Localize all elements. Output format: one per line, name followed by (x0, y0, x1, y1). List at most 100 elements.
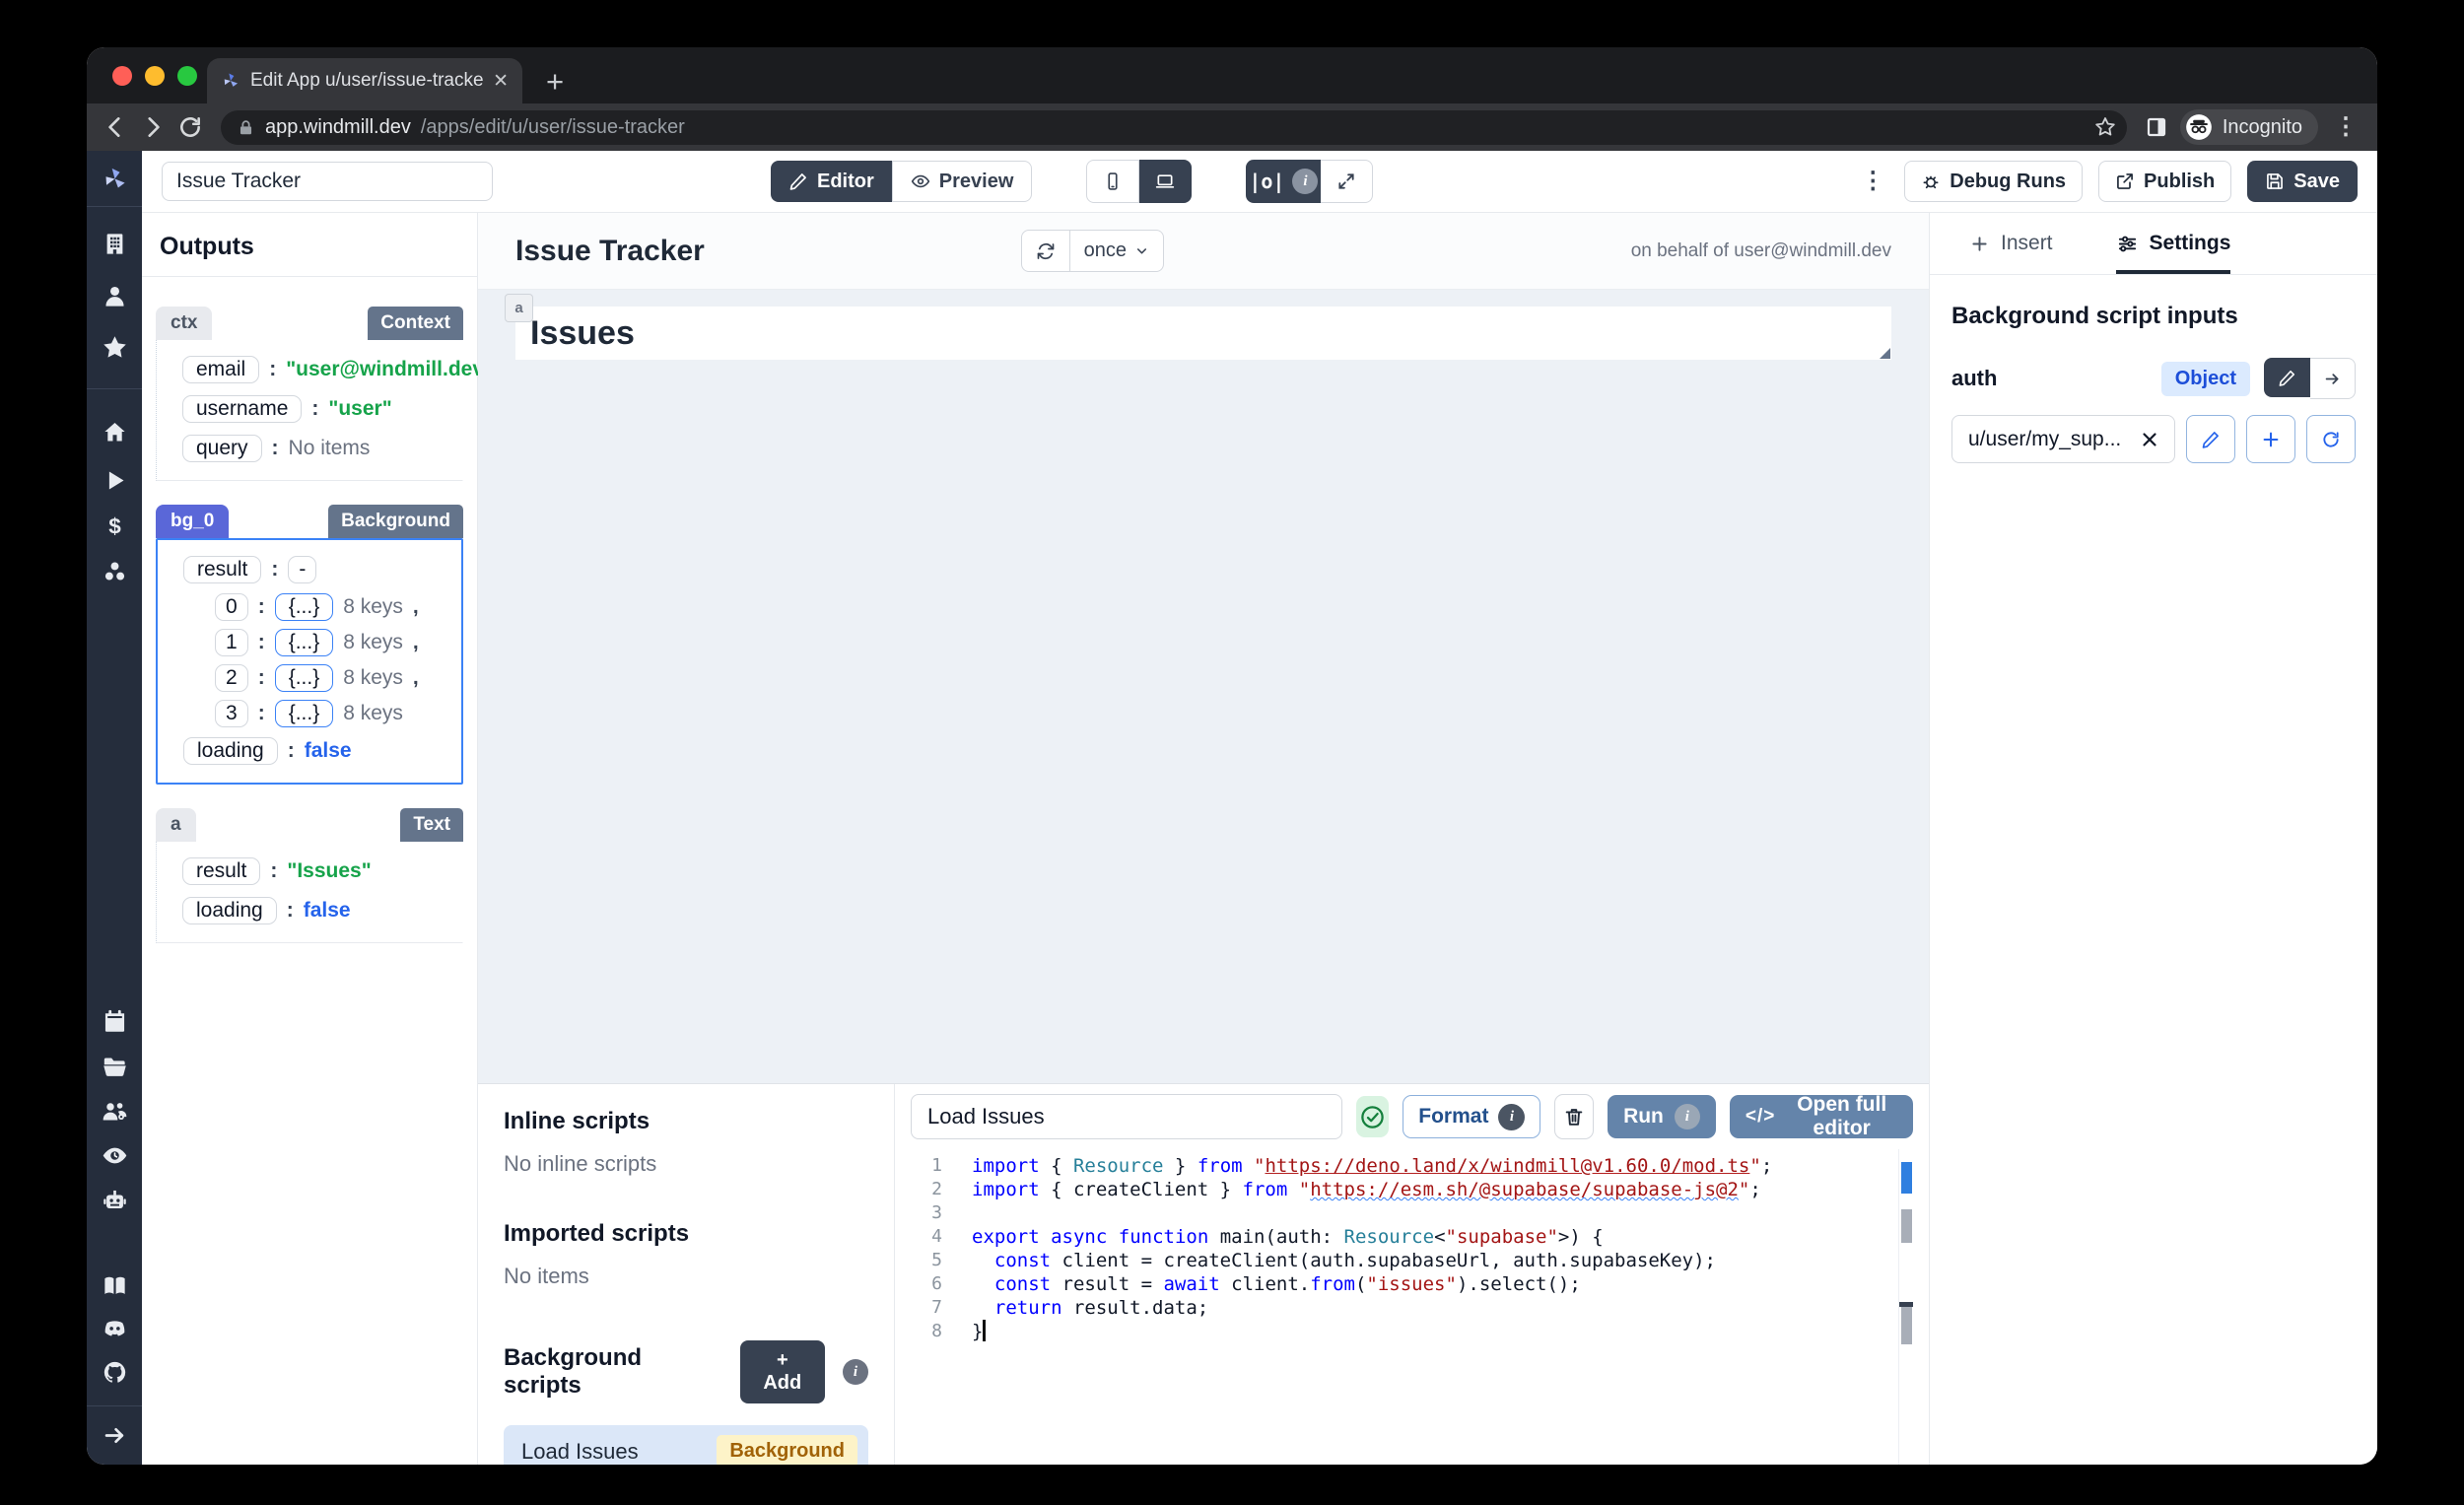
runs-icon[interactable] (102, 467, 128, 494)
browser-menu-icon[interactable]: ⋮ (2330, 115, 2361, 139)
output-key-pill[interactable]: 0 (215, 593, 248, 621)
refresh-button[interactable] (1021, 230, 1070, 272)
delete-script-button[interactable] (1554, 1094, 1594, 1139)
close-window-button[interactable] (112, 66, 132, 86)
output-row[interactable]: 0:{...}8 keys, (158, 589, 457, 625)
static-input-mode-button[interactable] (2264, 358, 2310, 397)
output-key-pill[interactable]: 3 (215, 700, 248, 727)
github-icon[interactable] (102, 1359, 128, 1386)
refresh-resource-button[interactable] (2306, 415, 2356, 463)
favorites-icon[interactable] (102, 334, 128, 361)
output-key-pill[interactable]: 2 (215, 664, 248, 692)
bookmark-star-icon[interactable] (2093, 115, 2117, 139)
output-row[interactable]: loading:false (158, 731, 457, 771)
output-value-pill[interactable]: - (288, 556, 316, 583)
output-row[interactable]: query:No items (157, 429, 458, 468)
editor-mode-button[interactable]: Editor (771, 161, 892, 202)
windmill-logo[interactable] (102, 166, 128, 192)
groups-icon[interactable] (102, 1098, 128, 1125)
resource-input[interactable]: u/user/my_sup... (1951, 415, 2175, 463)
output-key-pill[interactable]: result (182, 857, 260, 885)
resize-handle[interactable] (1880, 348, 1890, 359)
debug-runs-button[interactable]: Debug Runs (1904, 161, 2083, 202)
output-row[interactable]: 1:{...}8 keys, (158, 625, 457, 660)
open-full-editor-button[interactable]: </> Open full editor (1730, 1095, 1913, 1138)
desktop-view-button[interactable] (1139, 160, 1192, 203)
text-component[interactable]: a Issues (515, 307, 1891, 360)
output-object-pill[interactable]: {...} (275, 629, 334, 656)
output-block-id[interactable]: a (156, 808, 196, 842)
home-icon[interactable] (102, 419, 128, 445)
zoom-window-button[interactable] (177, 66, 197, 86)
code-line[interactable]: 4export async function main(auth: Resour… (903, 1225, 1899, 1249)
mobile-view-button[interactable] (1086, 160, 1139, 203)
clear-icon[interactable] (2139, 429, 2160, 450)
close-tab-icon[interactable]: ✕ (493, 70, 509, 93)
edit-resource-button[interactable] (2186, 415, 2235, 463)
add-resource-button[interactable] (2246, 415, 2295, 463)
reload-icon[interactable] (177, 114, 203, 140)
minimize-window-button[interactable] (145, 66, 165, 86)
app-canvas[interactable]: a Issues (478, 290, 1929, 1083)
folders-icon[interactable] (102, 1054, 128, 1080)
side-panel-icon[interactable] (2145, 115, 2168, 139)
output-key-pill[interactable]: username (182, 395, 302, 423)
output-object-pill[interactable]: {...} (275, 593, 334, 621)
resources-icon[interactable] (102, 558, 128, 584)
forward-icon[interactable] (140, 114, 166, 140)
workspace-icon[interactable] (102, 231, 128, 257)
user-icon[interactable] (102, 283, 128, 309)
new-tab-button[interactable]: + (546, 66, 564, 97)
code-line[interactable]: 6 const result = await client.from("issu… (903, 1272, 1899, 1296)
collapse-sidebar-icon[interactable] (102, 1422, 128, 1449)
audit-logs-icon[interactable] (102, 1142, 128, 1169)
back-icon[interactable] (103, 114, 128, 140)
fullscreen-button[interactable] (1321, 160, 1373, 203)
connect-input-mode-button[interactable] (2310, 358, 2356, 399)
code-editor[interactable]: 1import { Resource } from "https://deno.… (895, 1149, 1929, 1465)
workers-icon[interactable] (102, 1187, 128, 1213)
preview-mode-button[interactable]: Preview (892, 161, 1033, 202)
output-key-pill[interactable]: loading (182, 897, 277, 924)
component-handle[interactable]: a (505, 294, 533, 322)
format-button[interactable]: Format i (1403, 1095, 1540, 1138)
output-key-pill[interactable]: email (182, 356, 259, 383)
code-line[interactable]: 5 const client = createClient(auth.supab… (903, 1249, 1899, 1272)
output-key-pill[interactable]: loading (183, 737, 278, 765)
output-key-pill[interactable]: 1 (215, 629, 248, 656)
docs-icon[interactable] (102, 1272, 128, 1299)
output-object-pill[interactable]: {...} (275, 664, 334, 692)
app-name-input[interactable] (162, 162, 493, 201)
run-button[interactable]: Run i (1608, 1095, 1716, 1138)
app-overflow-menu-icon[interactable]: ⋮ (1857, 170, 1888, 193)
browser-tab[interactable]: Edit App u/user/issue-tracker | ✕ (207, 58, 522, 103)
output-row[interactable]: result:- (158, 550, 457, 589)
code-line[interactable]: 7 return result.data; (903, 1296, 1899, 1320)
output-row[interactable]: email:"user@windmill.dev" (157, 350, 458, 389)
hide-schema-panel-button[interactable]: |o| i (1246, 160, 1321, 203)
output-key-pill[interactable]: result (183, 556, 261, 583)
code-line[interactable]: 8} (903, 1320, 1899, 1343)
refresh-mode-dropdown[interactable]: once (1070, 230, 1164, 272)
output-block-id[interactable]: ctx (156, 307, 212, 340)
variables-icon[interactable]: $ (102, 513, 128, 540)
output-row[interactable]: 2:{...}8 keys, (158, 660, 457, 696)
tab-insert[interactable]: Insert (1969, 213, 2053, 274)
script-list-item[interactable]: Load Issues Background (504, 1425, 868, 1465)
tab-settings[interactable]: Settings (2116, 213, 2231, 274)
schedules-icon[interactable] (102, 1007, 128, 1034)
output-block-id[interactable]: bg_0 (156, 505, 229, 538)
code-line[interactable]: 3 (903, 1201, 1899, 1225)
save-button[interactable]: Save (2247, 161, 2358, 202)
output-row[interactable]: result:"Issues" (157, 852, 458, 891)
script-name-input[interactable] (911, 1094, 1342, 1139)
code-line[interactable]: 1import { Resource } from "https://deno.… (903, 1154, 1899, 1178)
add-background-script-button[interactable]: + Add (740, 1340, 825, 1403)
code-line[interactable]: 2import { createClient } from "https://e… (903, 1178, 1899, 1201)
output-row[interactable]: loading:false (157, 891, 458, 930)
output-row[interactable]: 3:{...}8 keys (158, 696, 457, 731)
address-bar[interactable]: app.windmill.dev/apps/edit/u/user/issue-… (221, 110, 2127, 145)
discord-icon[interactable] (102, 1316, 128, 1342)
publish-button[interactable]: Publish (2098, 161, 2231, 202)
output-row[interactable]: username:"user" (157, 389, 458, 429)
